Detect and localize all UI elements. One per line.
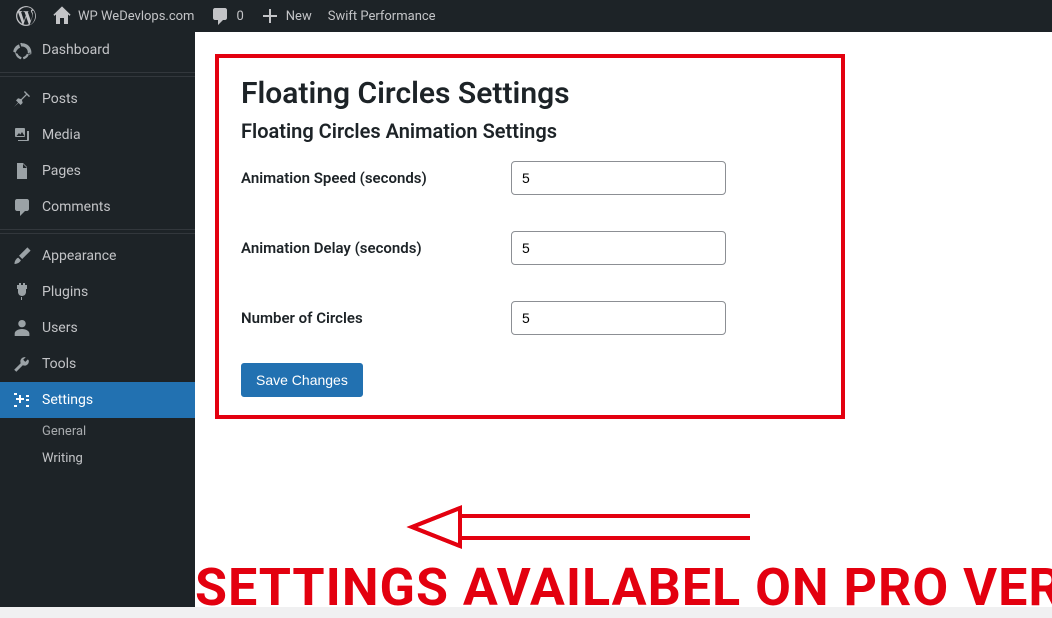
sidebar-item-settings[interactable]: Settings	[0, 382, 195, 418]
sidebar-item-dashboard[interactable]: Dashboard	[0, 32, 195, 68]
sidebar-item-label: Media	[42, 127, 81, 143]
sidebar-item-posts[interactable]: Posts	[0, 81, 195, 117]
sidebar-item-plugins[interactable]: Plugins	[0, 274, 195, 310]
comment-icon	[210, 6, 230, 26]
settings-panel: Floating Circles Settings Floating Circl…	[215, 54, 845, 419]
media-icon	[12, 125, 32, 145]
field-label: Animation Speed (seconds)	[241, 169, 511, 187]
arrow-annotation	[400, 502, 760, 552]
site-home-link[interactable]: WP WeDevlops.com	[44, 0, 202, 32]
form-row-animation-speed: Animation Speed (seconds)	[241, 161, 819, 195]
sidebar-item-label: Plugins	[42, 284, 88, 300]
wp-logo[interactable]	[8, 0, 44, 32]
page-title: Floating Circles Settings	[241, 76, 819, 111]
sidebar-item-label: Users	[42, 320, 78, 336]
pages-icon	[12, 161, 32, 181]
sidebar-item-label: Comments	[42, 199, 111, 215]
page-subtitle: Floating Circles Animation Settings	[241, 119, 819, 143]
save-button[interactable]: Save Changes	[241, 363, 363, 397]
submenu-item-writing[interactable]: Writing	[0, 445, 195, 472]
animation-delay-input[interactable]	[511, 231, 726, 265]
sidebar-item-tools[interactable]: Tools	[0, 346, 195, 382]
sidebar-separator	[0, 229, 195, 234]
user-icon	[12, 318, 32, 338]
sidebar-item-comments[interactable]: Comments	[0, 189, 195, 225]
brush-icon	[12, 246, 32, 266]
field-label: Animation Delay (seconds)	[241, 239, 511, 257]
form-row-number-circles: Number of Circles	[241, 301, 819, 335]
settings-submenu: General Writing	[0, 418, 195, 472]
main-content: Floating Circles Settings Floating Circl…	[195, 32, 1052, 607]
form-row-animation-delay: Animation Delay (seconds)	[241, 231, 819, 265]
tools-icon	[12, 354, 32, 374]
comment-icon	[12, 197, 32, 217]
settings-icon	[12, 390, 32, 410]
sidebar-item-label: Tools	[42, 356, 76, 372]
sidebar-item-media[interactable]: Media	[0, 117, 195, 153]
pin-icon	[12, 89, 32, 109]
sidebar-item-label: Pages	[42, 163, 81, 179]
swift-label: Swift Performance	[328, 9, 436, 24]
sidebar-item-label: Dashboard	[42, 42, 110, 58]
sidebar-item-users[interactable]: Users	[0, 310, 195, 346]
field-label: Number of Circles	[241, 309, 511, 327]
comments-count: 0	[236, 9, 243, 24]
site-name: WP WeDevlops.com	[78, 9, 194, 24]
comments-link[interactable]: 0	[202, 0, 251, 32]
new-content-link[interactable]: New	[252, 0, 320, 32]
wordpress-icon	[16, 6, 36, 26]
sidebar-item-label: Appearance	[42, 248, 116, 264]
pro-version-banner: SETTINGS AVAILABEL ON PRO VERSION	[195, 557, 1052, 618]
sidebar-item-label: Settings	[42, 392, 93, 408]
submenu-item-general[interactable]: General	[0, 418, 195, 445]
swift-performance-link[interactable]: Swift Performance	[320, 0, 444, 32]
sidebar-item-appearance[interactable]: Appearance	[0, 238, 195, 274]
home-icon	[52, 6, 72, 26]
animation-speed-input[interactable]	[511, 161, 726, 195]
dashboard-icon	[12, 40, 32, 60]
new-label: New	[286, 9, 312, 24]
plus-icon	[260, 6, 280, 26]
admin-topbar: WP WeDevlops.com 0 New Swift Performance	[0, 0, 1052, 32]
number-circles-input[interactable]	[511, 301, 726, 335]
sidebar-item-label: Posts	[42, 91, 78, 107]
plugin-icon	[12, 282, 32, 302]
admin-sidebar: Dashboard Posts Media Pages Comments App…	[0, 32, 195, 607]
sidebar-separator	[0, 72, 195, 77]
sidebar-item-pages[interactable]: Pages	[0, 153, 195, 189]
